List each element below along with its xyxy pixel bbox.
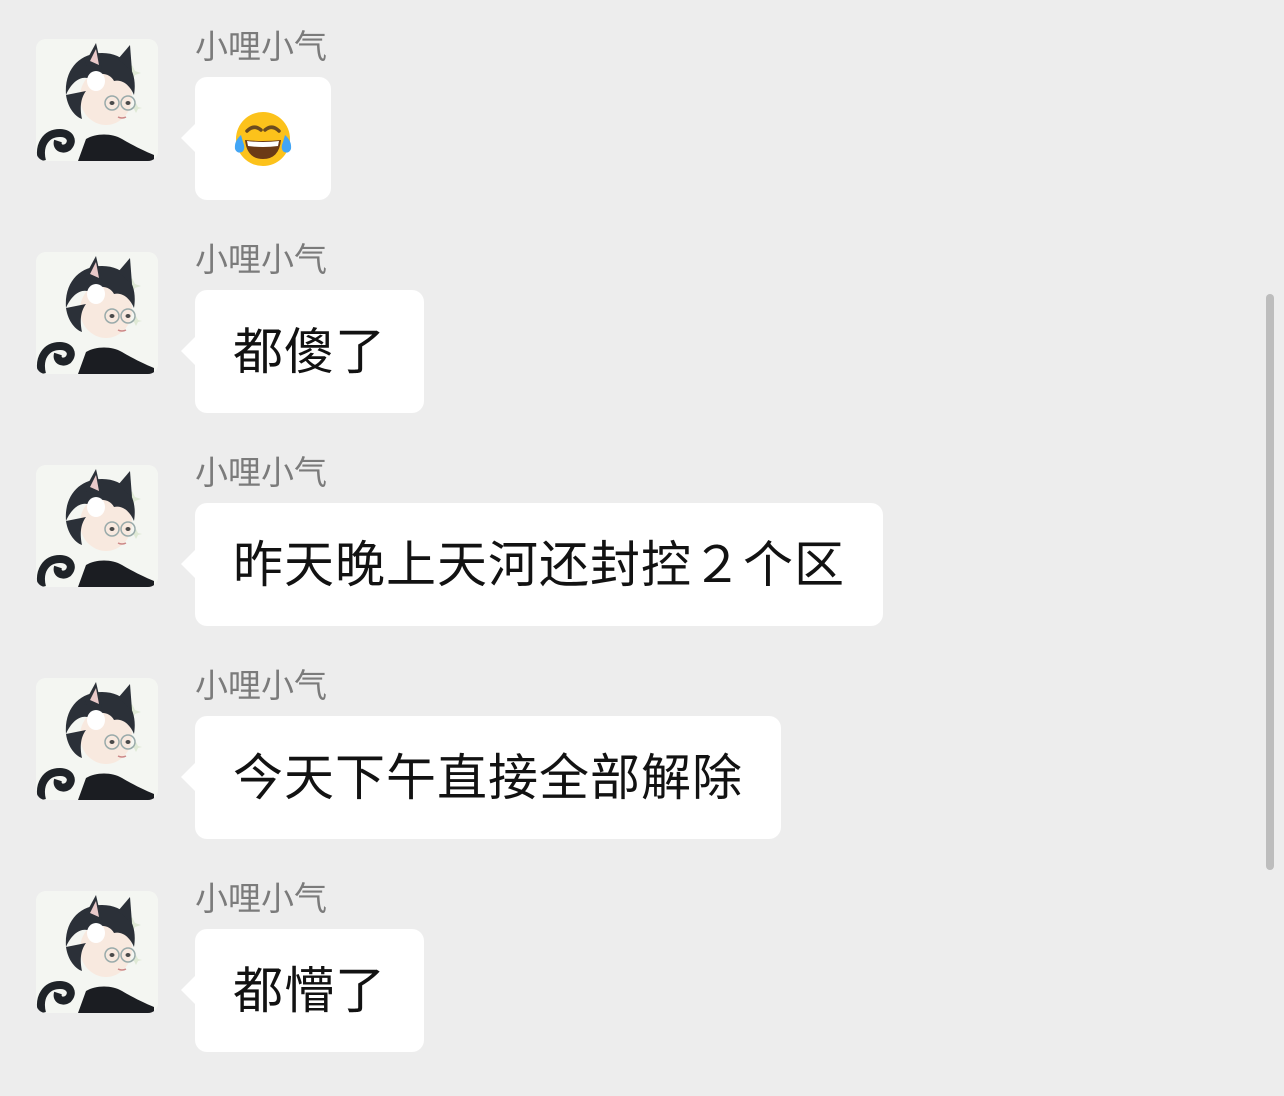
sender-name: 小哩小气 [195, 453, 327, 492]
message-bubble[interactable]: 都懵了 [181, 929, 424, 1052]
message-text: 都懵了 [233, 961, 386, 1020]
sender-name: 小哩小气 [195, 240, 327, 279]
message-text: 今天下午直接全部解除 [233, 748, 743, 807]
avatar-image [36, 891, 158, 1013]
chat-message: 小哩小气 [0, 0, 1250, 200]
chat-message: 小哩小气 都懵了 [0, 852, 1250, 1052]
avatar-image [36, 678, 158, 800]
message-bubble[interactable]: 今天下午直接全部解除 [181, 716, 781, 839]
face-with-tears-of-joy-icon [233, 109, 293, 169]
message-text: 都傻了 [233, 322, 386, 381]
message-bubble[interactable]: 昨天晚上天河还封控２个区 [181, 503, 883, 626]
sender-name: 小哩小气 [195, 666, 327, 705]
avatar[interactable] [36, 39, 158, 161]
avatar-image [36, 252, 158, 374]
message-text: 昨天晚上天河还封控２个区 [233, 535, 845, 594]
scrollbar[interactable] [1266, 294, 1274, 870]
avatar[interactable] [36, 678, 158, 800]
sender-name: 小哩小气 [195, 27, 327, 66]
chat-message: 小哩小气 都傻了 [0, 213, 1250, 413]
avatar[interactable] [36, 465, 158, 587]
sender-name: 小哩小气 [195, 879, 327, 918]
avatar[interactable] [36, 891, 158, 1013]
avatar[interactable] [36, 252, 158, 374]
avatar-image [36, 465, 158, 587]
avatar-image [36, 39, 158, 161]
message-bubble[interactable]: 都傻了 [181, 290, 424, 413]
message-bubble[interactable] [181, 77, 331, 200]
chat-message: 小哩小气 今天下午直接全部解除 [0, 639, 1250, 839]
chat-message: 小哩小气 昨天晚上天河还封控２个区 [0, 426, 1250, 626]
